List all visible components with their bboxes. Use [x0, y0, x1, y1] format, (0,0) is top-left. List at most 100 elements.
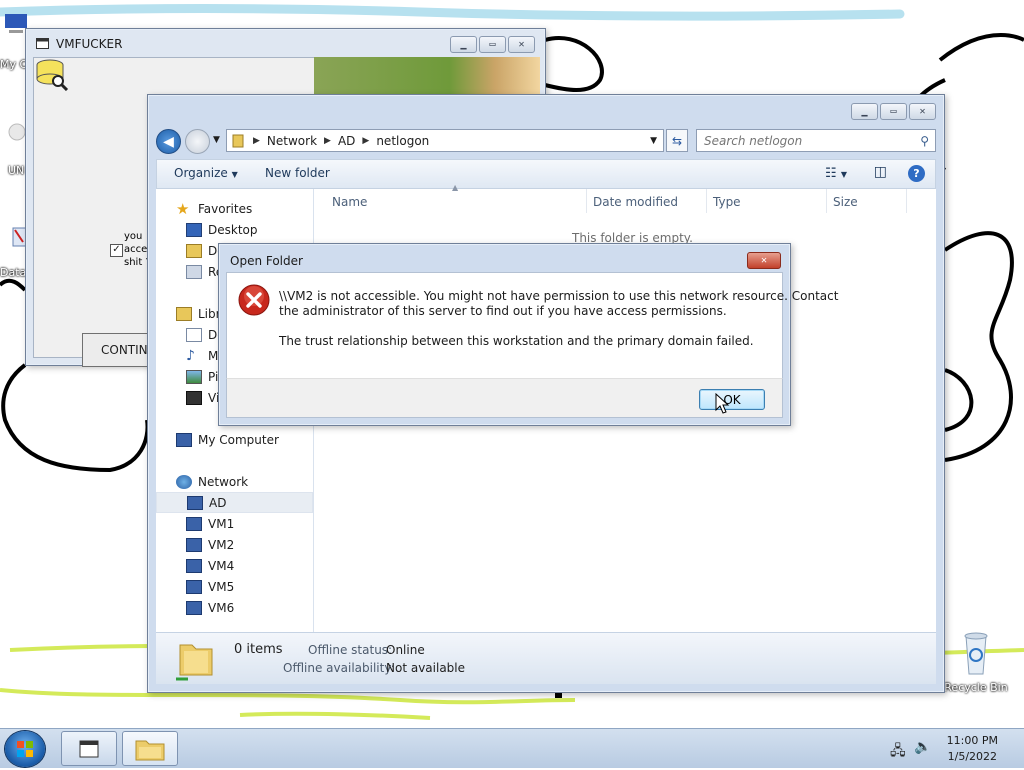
computer-icon — [186, 516, 202, 531]
preview-pane-button[interactable]: ◫ — [874, 164, 887, 180]
view-options-button[interactable]: ☷ ▼ — [825, 166, 847, 181]
windows-logo-icon — [17, 741, 33, 757]
nav-host-vm4[interactable]: VM4 — [156, 555, 313, 576]
nav-desktop[interactable]: Desktop — [156, 219, 313, 240]
desktop-icon — [186, 222, 202, 237]
maximize-button[interactable]: ▭ — [880, 103, 907, 120]
recycle-bin-label: Recycle Bin — [944, 681, 1008, 694]
help-button[interactable]: ? — [908, 165, 925, 182]
desktop-icon-label: My C — [0, 58, 28, 71]
message-line-1: \\VM2 is not accessible. You might not h… — [279, 289, 839, 303]
taskbar-app-vmfucker[interactable] — [61, 731, 117, 766]
organize-button[interactable]: Organize ▼ — [174, 166, 238, 180]
folder-icon — [176, 644, 213, 681]
close-button[interactable]: ✕ — [747, 252, 781, 269]
minimize-button[interactable]: ▁ — [851, 103, 878, 120]
refresh-button[interactable]: ⇆ — [666, 129, 688, 152]
taskbar-app-explorer[interactable] — [122, 731, 178, 766]
volume-tray-icon[interactable]: 🔈 — [914, 739, 931, 755]
music-icon: ♪ — [186, 347, 195, 364]
start-button[interactable] — [5, 731, 45, 767]
column-date-modified[interactable]: Date modified — [593, 195, 678, 209]
nav-host-vm5[interactable]: VM5 — [156, 576, 313, 597]
recycle-bin-icon — [964, 632, 988, 675]
clock[interactable]: 11:00 PM 1/5/2022 — [947, 733, 998, 765]
minimize-button[interactable]: ▁ — [450, 36, 477, 53]
close-button[interactable]: ✕ — [508, 36, 535, 53]
address-dropdown-icon[interactable]: ▼ — [650, 136, 657, 146]
computer-icon — [187, 495, 203, 510]
search-icon: ⚲ — [920, 133, 929, 148]
maximize-button[interactable]: ▭ — [479, 36, 506, 53]
command-bar: Organize ▼ New folder ☷ ▼ ◫ ? — [156, 159, 936, 189]
computer-icon — [186, 537, 202, 552]
back-arrow-icon: ◀ — [163, 133, 174, 150]
vmfucker-checkbox[interactable]: ✓ — [110, 244, 123, 257]
network-folder-icon — [232, 134, 244, 147]
caption-buttons: ▁ ▭ ✕ — [851, 103, 936, 120]
desktop-icon-recycle-bin[interactable]: Recycle Bin — [944, 630, 1008, 694]
nav-favorites[interactable]: ★ Favorites — [156, 198, 313, 219]
documents-icon — [186, 327, 202, 342]
desktop-icon-label: Data — [0, 266, 27, 279]
breadcrumb-netlogon[interactable]: netlogon — [376, 134, 429, 148]
column-size[interactable]: Size — [833, 195, 858, 209]
address-row: ◀ ▼ ▶ Network ▶ AD ▶ netlogon ▼ ⇆ ⚲ — [156, 129, 936, 155]
sort-indicator-icon: ▲ — [452, 183, 459, 192]
dialog-title: Open Folder — [230, 254, 303, 268]
network-tray-icon[interactable]: 🖧 — [890, 740, 906, 764]
libraries-icon — [176, 306, 192, 321]
network-icon — [176, 474, 192, 489]
chevron-right-icon: ▶ — [362, 135, 370, 146]
chevron-right-icon: ▶ — [324, 135, 331, 146]
nav-host-ad[interactable]: AD — [156, 492, 313, 513]
dog-picture — [314, 57, 540, 97]
error-icon — [238, 284, 270, 316]
details-pane: 0 items Offline status: Online Offline a… — [156, 632, 936, 684]
dialog-body: \\VM2 is not accessible. You might not h… — [226, 272, 838, 378]
ok-button[interactable]: OK — [699, 389, 765, 410]
nav-host-vm6[interactable]: VM6 — [156, 597, 313, 618]
videos-icon — [186, 390, 202, 405]
recent-pages-icon[interactable]: ▼ — [213, 135, 220, 145]
dialog-footer: OK — [226, 378, 783, 418]
window-title: VMFUCKER — [56, 37, 123, 51]
offline-availability-value: Not available — [386, 661, 466, 675]
recent-places-icon — [186, 264, 202, 279]
column-type[interactable]: Type — [713, 195, 741, 209]
computer-icon — [176, 432, 192, 447]
chevron-right-icon: ▶ — [253, 135, 260, 146]
computer-icon — [186, 600, 202, 615]
folder-icon — [135, 740, 165, 760]
nav-my-computer[interactable]: My Computer — [156, 429, 313, 450]
close-icon: ✕ — [760, 255, 768, 266]
nav-host-vm2[interactable]: VM2 — [156, 534, 313, 555]
search-box[interactable]: ⚲ — [696, 129, 936, 152]
breadcrumb-ad[interactable]: AD — [338, 134, 355, 148]
window-icon — [36, 38, 49, 49]
address-bar[interactable]: ▶ Network ▶ AD ▶ netlogon ▼ — [226, 129, 664, 152]
breadcrumb-network[interactable]: Network — [267, 134, 317, 148]
search-input[interactable] — [697, 132, 921, 149]
caption-buttons: ▁ ▭ ✕ — [450, 36, 535, 53]
back-button[interactable]: ◀ — [156, 129, 181, 154]
refresh-icon: ⇆ — [671, 133, 683, 148]
message-line-2: the administrator of this server to find… — [279, 304, 727, 318]
column-divider — [906, 189, 907, 213]
forward-button[interactable] — [185, 129, 210, 154]
open-folder-dialog: Open Folder ✕ \\VM2 is not accessible. Y… — [218, 243, 838, 426]
desktop-icon-label: UN — [8, 164, 25, 177]
nav-network[interactable]: Network — [156, 471, 313, 492]
taskbar: 🖧 🔈 11:00 PM 1/5/2022 — [0, 728, 1024, 768]
window-app-icon — [79, 740, 99, 757]
column-name[interactable]: Name — [332, 195, 367, 209]
downloads-icon — [186, 243, 202, 258]
chevron-down-icon: ▼ — [231, 170, 238, 179]
database-search-icon — [36, 59, 69, 91]
column-divider — [706, 189, 707, 213]
message-detail: The trust relationship between this work… — [279, 334, 754, 348]
new-folder-button[interactable]: New folder — [265, 166, 330, 180]
close-button[interactable]: ✕ — [909, 103, 936, 120]
nav-host-vm1[interactable]: VM1 — [156, 513, 313, 534]
pictures-icon — [186, 369, 202, 384]
